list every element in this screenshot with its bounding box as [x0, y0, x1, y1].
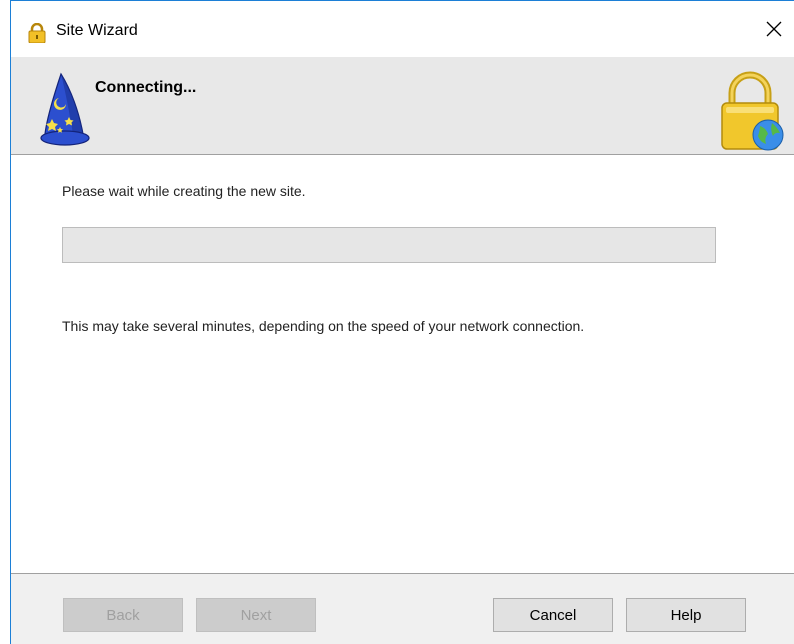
wizard-header: Connecting...: [11, 57, 794, 155]
progress-bar: [62, 227, 716, 263]
lock-globe-icon: [718, 71, 786, 153]
back-button[interactable]: Back: [63, 598, 183, 632]
wait-message: Please wait while creating the new site.: [62, 183, 306, 199]
close-button[interactable]: [754, 11, 794, 51]
close-icon: [766, 21, 782, 42]
network-note: This may take several minutes, depending…: [62, 318, 585, 334]
lock-icon: [28, 22, 46, 44]
wizard-footer: Back Next Cancel Help: [11, 573, 794, 644]
next-button[interactable]: Next: [196, 598, 316, 632]
cancel-button[interactable]: Cancel: [493, 598, 613, 632]
window-title: Site Wizard: [56, 22, 138, 39]
site-wizard-window: Site Wizard Connecting... Please wait wh…: [0, 0, 794, 644]
wizard-hat-icon: [39, 72, 93, 150]
title-bar[interactable]: Site Wizard: [11, 1, 794, 57]
wizard-content: Please wait while creating the new site.…: [11, 156, 794, 573]
help-button[interactable]: Help: [626, 598, 746, 632]
header-title: Connecting...: [95, 79, 197, 96]
